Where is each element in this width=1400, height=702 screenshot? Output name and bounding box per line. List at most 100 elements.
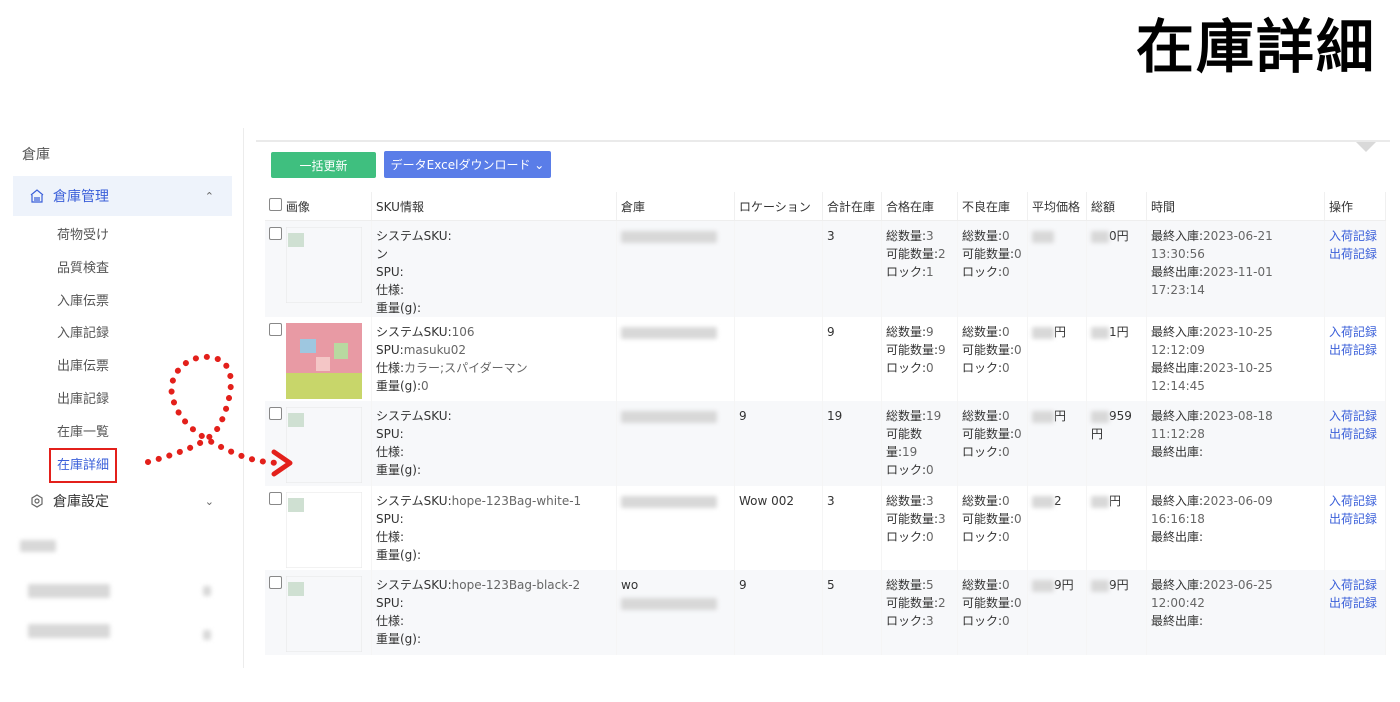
header-bad-stock: 不良在庫 bbox=[957, 192, 1028, 221]
location-cell bbox=[734, 220, 823, 317]
row-checkbox[interactable] bbox=[269, 492, 282, 505]
bulk-update-button[interactable]: 一括更新 bbox=[271, 152, 376, 178]
total-stock-cell: 3 bbox=[822, 486, 882, 570]
good-stock-cell: 総数量:9 可能数量:9 ロック:0 bbox=[881, 317, 958, 401]
sidebar: 倉庫 倉庫管理 ⌃ 荷物受け 品質検査 入庫伝票 入庫記録 出庫伝票 出庫記録 … bbox=[0, 128, 243, 700]
page-title: 在庫詳細 bbox=[1135, 13, 1376, 81]
inbound-record-link[interactable]: 入荷記録 bbox=[1329, 227, 1381, 245]
warehouse-cell bbox=[616, 486, 735, 570]
sidebar-item-inbound-slip[interactable]: 入庫伝票 bbox=[57, 286, 109, 319]
system-sku-value: 106 bbox=[451, 325, 475, 339]
outbound-record-link[interactable]: 出荷記録 bbox=[1329, 425, 1381, 443]
warehouse-icon bbox=[29, 188, 45, 204]
good-stock-cell: 総数量:3 可能数量:2 ロック:1 bbox=[881, 220, 958, 317]
actions-cell: 入荷記録 出荷記録 bbox=[1324, 486, 1386, 570]
row-checkbox[interactable] bbox=[269, 227, 282, 240]
total-stock-cell: 5 bbox=[822, 570, 882, 655]
header-sku: SKU情報 bbox=[371, 192, 617, 221]
blurred-item bbox=[20, 540, 56, 552]
amount-cell: 959円 bbox=[1086, 401, 1147, 486]
sidebar-item-outbound-record[interactable]: 出庫記録 bbox=[57, 384, 109, 417]
table-row: システムSKU: ン SPU: 仕様: 重量(g): 3 総数量:3 可能数量:2 ロック:1 総… bbox=[265, 220, 1386, 317]
actions-cell: 入荷記録 出荷記録 bbox=[1324, 317, 1386, 401]
inbound-record-link[interactable]: 入荷記録 bbox=[1329, 323, 1381, 341]
actions-cell: 入荷記録 出荷記録 bbox=[1324, 570, 1386, 655]
total-stock-cell: 3 bbox=[822, 220, 882, 317]
system-sku-value: hope-123Bag-black-2 bbox=[451, 578, 581, 592]
outbound-record-link[interactable]: 出荷記録 bbox=[1329, 341, 1381, 359]
amount-cell: 円 bbox=[1086, 486, 1147, 570]
sidebar-item-inventory-list[interactable]: 在庫一覧 bbox=[57, 417, 109, 450]
bad-stock-cell: 総数量:0 可能数量:0 ロック:0 bbox=[957, 570, 1028, 655]
header-location: ロケーション bbox=[734, 192, 823, 221]
good-stock-cell: 総数量:5 可能数量:2 ロック:3 bbox=[881, 570, 958, 655]
actions-cell: 入荷記録 出荷記録 bbox=[1324, 401, 1386, 486]
sidebar-item-inbound-record[interactable]: 入庫記録 bbox=[57, 318, 109, 351]
sidebar-item-inventory-detail[interactable]: 在庫詳細 bbox=[48, 447, 118, 483]
header-image: 画像 bbox=[265, 192, 372, 221]
blurred-item bbox=[203, 586, 211, 596]
blurred-item bbox=[28, 584, 110, 598]
time-cell: 最終入庫:2023-08-18 11:12:28 最終出庫: bbox=[1146, 401, 1325, 486]
bad-stock-cell: 総数量:0 可能数量:0 ロック:0 bbox=[957, 401, 1028, 486]
amount-cell: 1円 bbox=[1086, 317, 1147, 401]
product-thumbnail bbox=[285, 491, 363, 569]
actions-cell: 入荷記録 出荷記録 bbox=[1324, 220, 1386, 317]
sidebar-item-outbound-slip[interactable]: 出庫伝票 bbox=[57, 351, 109, 384]
main-panel: 一括更新 データExcelダウンロード ⌄ 画像 SKU情報 倉庫 ロケーション… bbox=[256, 140, 1390, 702]
table-row: システムSKU:106 SPU:masuku02 仕様:カラー;スパイダーマン 重量(… bbox=[265, 317, 1386, 401]
sidebar-group-warehouse-management[interactable]: 倉庫管理 ⌃ bbox=[13, 176, 232, 216]
collapse-arrow-icon[interactable] bbox=[1356, 142, 1376, 152]
bad-stock-cell: 総数量:0 可能数量:0 ロック:0 bbox=[957, 486, 1028, 570]
chevron-up-icon: ⌃ bbox=[204, 189, 214, 203]
avg-price-cell: 円 bbox=[1027, 317, 1087, 401]
sidebar-group-warehouse-settings[interactable]: 倉庫設定 ⌄ bbox=[13, 486, 232, 516]
select-all-checkbox[interactable] bbox=[269, 197, 282, 211]
time-cell: 最終入庫:2023-06-09 16:16:18 最終出庫: bbox=[1146, 486, 1325, 570]
sidebar-divider bbox=[243, 128, 244, 668]
sidebar-section-label: 倉庫 bbox=[22, 147, 50, 163]
bad-stock-cell: 総数量:0 可能数量:0 ロック:0 bbox=[957, 220, 1028, 317]
header-warehouse: 倉庫 bbox=[616, 192, 735, 221]
location-cell: Wow 002 bbox=[734, 486, 823, 570]
avg-price-cell: 円 bbox=[1027, 401, 1087, 486]
header-amount: 総額 bbox=[1086, 192, 1147, 221]
time-cell: 最終入庫:2023-06-25 12:00:42 最終出庫: bbox=[1146, 570, 1325, 655]
blurred-item bbox=[203, 630, 211, 640]
table-row: システムSKU:hope-123Bag-black-2 SPU: 仕様: 重量(g):… bbox=[265, 570, 1386, 655]
outbound-record-link[interactable]: 出荷記録 bbox=[1329, 594, 1381, 612]
header-time: 時間 bbox=[1146, 192, 1325, 221]
product-thumbnail bbox=[285, 406, 363, 484]
product-thumbnail bbox=[285, 575, 363, 653]
header-good-stock: 合格在庫 bbox=[881, 192, 958, 221]
inbound-record-link[interactable]: 入荷記録 bbox=[1329, 492, 1381, 510]
row-checkbox[interactable] bbox=[269, 323, 282, 336]
inbound-record-link[interactable]: 入荷記録 bbox=[1329, 576, 1381, 594]
avg-price-cell: 9円 bbox=[1027, 570, 1087, 655]
blurred-item bbox=[28, 624, 110, 638]
row-checkbox[interactable] bbox=[269, 576, 282, 589]
time-cell: 最終入庫:2023-06-21 13:30:56 最終出庫:2023-11-01 … bbox=[1146, 220, 1325, 317]
time-cell: 最終入庫:2023-10-25 12:12:09 最終出庫:2023-10-25 … bbox=[1146, 317, 1325, 401]
spu-value: masuku02 bbox=[403, 343, 467, 357]
good-stock-cell: 総数量:19 可能数量:19 ロック:0 bbox=[881, 401, 958, 486]
row-checkbox[interactable] bbox=[269, 407, 282, 420]
weight-value: 0 bbox=[421, 379, 429, 393]
outbound-record-link[interactable]: 出荷記録 bbox=[1329, 510, 1381, 528]
header-avg-price: 平均価格 bbox=[1027, 192, 1087, 221]
settings-hex-icon bbox=[29, 493, 45, 509]
total-stock-cell: 19 bbox=[822, 401, 882, 486]
outbound-record-link[interactable]: 出荷記録 bbox=[1329, 245, 1381, 263]
system-sku-value: hope-123Bag-white-1 bbox=[451, 494, 582, 508]
location-cell: 9 bbox=[734, 401, 823, 486]
excel-download-button[interactable]: データExcelダウンロード ⌄ bbox=[384, 151, 551, 178]
product-thumbnail bbox=[285, 323, 362, 399]
bad-stock-cell: 総数量:0 可能数量:0 ロック:0 bbox=[957, 317, 1028, 401]
warehouse-cell bbox=[616, 317, 735, 401]
header-actions: 操作 bbox=[1324, 192, 1386, 221]
sidebar-item-receiving[interactable]: 荷物受け bbox=[57, 220, 109, 253]
sidebar-item-inspection[interactable]: 品質検査 bbox=[57, 253, 109, 286]
inbound-record-link[interactable]: 入荷記録 bbox=[1329, 407, 1381, 425]
amount-cell: 0円 bbox=[1086, 220, 1147, 317]
location-cell: 9 bbox=[734, 570, 823, 655]
